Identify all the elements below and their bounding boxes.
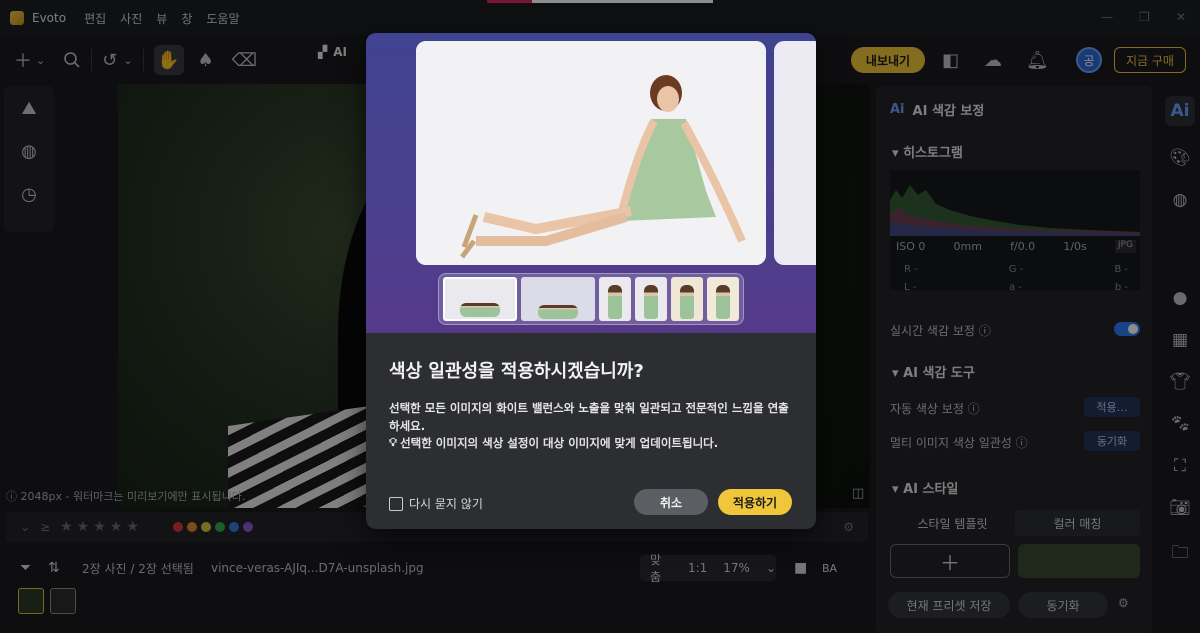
dialog-description: 선택한 모든 이미지의 화이트 밸런스와 노출을 맞춰 일관되고 전문적인 느낌…	[389, 401, 789, 433]
lightbulb-icon: 💡︎	[389, 435, 398, 449]
strip-thumbnail	[707, 277, 739, 321]
strip-thumbnail	[599, 277, 631, 321]
apply-button[interactable]: 적용하기	[718, 489, 792, 515]
strip-thumbnail	[443, 277, 517, 321]
hero-preview-image	[416, 41, 766, 265]
dialog-hero	[366, 33, 816, 333]
color-consistency-dialog: 색상 일관성을 적용하시겠습니까? 선택한 모든 이미지의 화이트 밸런스와 노…	[366, 33, 816, 529]
dialog-title: 색상 일관성을 적용하시겠습니까?	[389, 361, 644, 382]
strip-thumbnail	[635, 277, 667, 321]
dont-ask-again-label[interactable]: 다시 묻지 않기	[409, 495, 483, 512]
dont-ask-again-row[interactable]: 다시 묻지 않기	[389, 495, 483, 512]
cancel-button[interactable]: 취소	[634, 489, 708, 515]
strip-thumbnail	[671, 277, 703, 321]
strip-thumbnail	[521, 277, 595, 321]
image-thumbnail-strip	[438, 273, 744, 325]
dialog-tip: 💡︎ 선택한 이미지의 색상 설정이 대상 이미지에 맞게 업데이트됩니다.	[389, 435, 799, 451]
next-preview-image	[774, 41, 816, 265]
dont-ask-again-checkbox[interactable]	[389, 496, 403, 511]
dialog-tip-text: 선택한 이미지의 색상 설정이 대상 이미지에 맞게 업데이트됩니다.	[400, 436, 719, 450]
seated-model-illustration	[416, 41, 766, 265]
